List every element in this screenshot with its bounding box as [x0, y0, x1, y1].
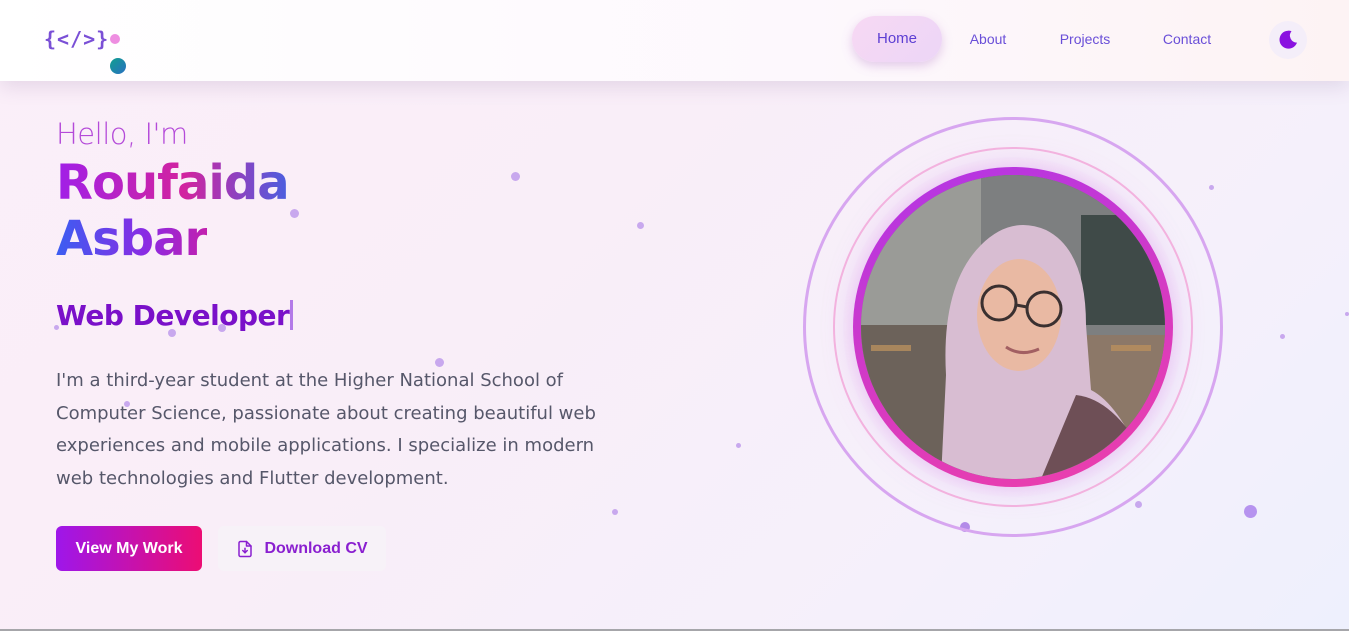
- background-particle: [290, 209, 299, 218]
- view-my-work-button[interactable]: View My Work: [56, 526, 202, 571]
- profile-photo-illustration: [861, 175, 1165, 479]
- last-name-heading: Asbar: [56, 211, 208, 267]
- greeting-text: Hello, I'm: [56, 117, 188, 151]
- view-my-work-label: View My Work: [75, 539, 183, 557]
- nav-link-about[interactable]: About: [960, 16, 1016, 62]
- intro-description: I'm a third-year student at the Higher N…: [56, 370, 596, 489]
- background-particle: [1345, 312, 1349, 316]
- navbar: {</>} Home About Projects Contact: [0, 0, 1349, 81]
- role-text: Web Developer: [56, 299, 290, 332]
- background-particle: [1244, 505, 1257, 518]
- role-typing-text: Web Developer: [56, 296, 294, 336]
- background-particle: [511, 172, 520, 181]
- logo[interactable]: {</>}: [44, 27, 109, 51]
- background-particle: [1135, 501, 1142, 508]
- logo-decoration-dot: [110, 34, 120, 44]
- moon-icon: [1279, 30, 1297, 49]
- profile-photo: [861, 175, 1165, 479]
- logo-decoration-dot: [110, 58, 126, 74]
- theme-toggle-button[interactable]: [1269, 21, 1307, 59]
- first-name-heading: Roufaida: [56, 155, 290, 211]
- background-particle: [637, 222, 644, 229]
- download-cv-button[interactable]: Download CV: [218, 526, 386, 571]
- background-particle: [1280, 334, 1285, 339]
- file-download-icon: [238, 540, 253, 557]
- typing-cursor: [290, 300, 294, 330]
- download-cv-label: Download CV: [264, 539, 368, 557]
- background-particle: [1209, 185, 1214, 190]
- nav-link-contact[interactable]: Contact: [1155, 16, 1219, 62]
- nav-link-home[interactable]: Home: [852, 16, 942, 62]
- nav-link-projects[interactable]: Projects: [1052, 16, 1118, 62]
- background-particle: [736, 443, 741, 448]
- background-particle: [612, 509, 618, 515]
